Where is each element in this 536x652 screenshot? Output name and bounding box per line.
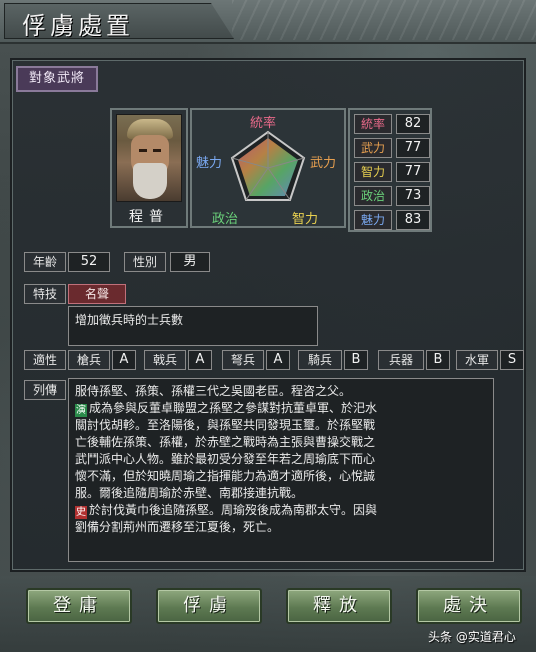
aptitude-crossbow-label: 弩兵 <box>222 350 264 370</box>
bio-line: 關討伐胡軫。至洛陽後，與孫堅共同發現玉璽。於孫堅戰 <box>75 417 487 434</box>
stat-label: 魅力 <box>354 210 392 230</box>
bio-line-text: 懷不滿，但於知曉周瑜之指揮能力為適才適所後，心悅誠 <box>75 469 376 483</box>
release-button[interactable]: 釋放 <box>286 588 392 624</box>
aptitude-navy-grade: S <box>500 350 524 370</box>
radar-label-intelligence: 智力 <box>292 212 319 227</box>
general-portrait <box>116 114 182 202</box>
stat-value: 77 <box>396 138 430 158</box>
skill-label: 特技 <box>24 284 66 304</box>
bio-line-text: 服。爾後追隨周瑜於赤壁、南郡接連抗戰。 <box>75 486 304 500</box>
romance-event-icon: 演 <box>75 404 87 417</box>
bio-line-text: 成為參與反董卓聯盟之孫堅之參謀對抗董卓軍、於汜水 <box>89 401 378 415</box>
stat-value: 73 <box>396 186 430 206</box>
aptitude-cavalry-grade: B <box>344 350 368 370</box>
stat-label: 政治 <box>354 186 392 206</box>
stat-row-command: 統率 82 <box>354 114 430 136</box>
gender-label: 性別 <box>124 252 166 272</box>
stat-radar-chart: 統率 武力 智力 政治 魅力 <box>190 108 346 228</box>
aptitude-halberd-label: 戟兵 <box>144 350 186 370</box>
age-value: 52 <box>68 252 110 272</box>
target-general-tag: 對象武將 <box>16 66 98 92</box>
biography-text: 服侍孫堅、孫策、孫權三代之吳國老臣。程咨之父。 演成為參與反董卓聯盟之孫堅之參謀… <box>68 378 494 562</box>
stat-row-charisma: 魅力 83 <box>354 210 430 232</box>
stat-label: 統率 <box>354 114 392 134</box>
bio-line-text: 亡後輔佐孫策、孫權，於赤壁之戰時為主張與曹操交戰之 <box>75 435 376 449</box>
bio-line: 服侍孫堅、孫策、孫權三代之吳國老臣。程咨之父。 <box>75 383 487 400</box>
stat-row-intelligence: 智力 77 <box>354 162 430 184</box>
capture-button[interactable]: 俘虜 <box>156 588 262 624</box>
bio-line: 服。爾後追隨周瑜於赤壁、南郡接連抗戰。 <box>75 485 487 502</box>
bio-line-text: 關討伐胡軫。至洛陽後，與孫堅共同發現玉璽。於孫堅戰 <box>75 418 376 432</box>
skill-description: 增加徵兵時的士兵數 <box>68 306 318 346</box>
aptitude-spear-label: 槍兵 <box>68 350 110 370</box>
bio-line: 懷不滿，但於知曉周瑜之指揮能力為適才適所後，心悅誠 <box>75 468 487 485</box>
bio-line-text: 劉備分割荊州而遷移至江夏後，死亡。 <box>75 520 280 534</box>
bio-line: 亡後輔佐孫策、孫權，於赤壁之戰時為主張與曹操交戰之 <box>75 434 487 451</box>
general-name: 程普 <box>129 209 169 225</box>
aptitude-label: 適性 <box>24 350 66 370</box>
aptitude-navy-label: 水軍 <box>456 350 498 370</box>
age-label: 年齡 <box>24 252 66 272</box>
bio-line: 劉備分割荊州而遷移至江夏後，死亡。 <box>75 519 487 536</box>
watermark: 头条 @实道君心 <box>428 630 516 644</box>
gender-value: 男 <box>170 252 210 272</box>
stats-table: 統率 82 武力 77 智力 77 政治 73 魅力 83 <box>348 108 432 232</box>
stat-value: 77 <box>396 162 430 182</box>
portrait-box: 程普 <box>110 108 188 228</box>
bio-line: 演成為參與反董卓聯盟之孫堅之參謀對抗董卓軍、於汜水 <box>75 400 487 417</box>
bio-line-text: 於討伐黃巾後追隨孫堅。周瑜歿後成為南郡太守。因與 <box>89 503 378 517</box>
aptitude-halberd-grade: A <box>188 350 212 370</box>
bio-line: 史於討伐黃巾後追隨孫堅。周瑜歿後成為南郡太守。因與 <box>75 502 487 519</box>
biography-label: 列傳 <box>24 380 66 400</box>
title-bar: 俘虜處置 <box>0 0 536 44</box>
stat-label: 智力 <box>354 162 392 182</box>
recruit-button[interactable]: 登庸 <box>26 588 132 624</box>
stat-row-politics: 政治 73 <box>354 186 430 208</box>
radar-label-war: 武力 <box>310 156 337 171</box>
aptitude-crossbow-grade: A <box>266 350 290 370</box>
portrait-beard <box>133 163 167 199</box>
stat-value: 83 <box>396 210 430 230</box>
window-title: 俘虜處置 <box>22 12 134 40</box>
stat-row-war: 武力 77 <box>354 138 430 160</box>
bio-line-text: 武鬥派中心人物。雖於最初受分發至年若之周瑜底下而心 <box>75 452 376 466</box>
skill-name-tag: 名聲 <box>68 284 126 304</box>
execute-button[interactable]: 處決 <box>416 588 522 624</box>
aptitude-spear-grade: A <box>112 350 136 370</box>
radar-label-politics: 政治 <box>212 212 239 227</box>
aptitude-siege-label: 兵器 <box>378 350 424 370</box>
aptitude-cavalry-label: 騎兵 <box>298 350 342 370</box>
bio-line-text: 服侍孫堅、孫策、孫權三代之吳國老臣。程咨之父。 <box>75 384 352 398</box>
aptitude-siege-grade: B <box>426 350 450 370</box>
stat-value: 82 <box>396 114 430 134</box>
title-decoration <box>232 0 536 40</box>
radar-label-command: 統率 <box>250 116 277 131</box>
bio-line: 武鬥派中心人物。雖於最初受分發至年若之周瑜底下而心 <box>75 451 487 468</box>
portrait-eye <box>139 149 147 152</box>
portrait-eye <box>153 149 161 152</box>
history-event-icon: 史 <box>75 506 87 519</box>
stat-label: 武力 <box>354 138 392 158</box>
radar-label-charisma: 魅力 <box>196 156 223 171</box>
